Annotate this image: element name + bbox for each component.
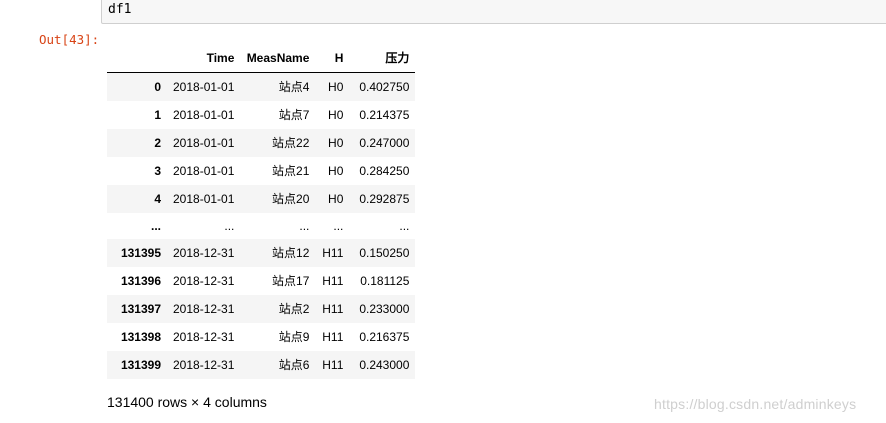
code-text[interactable]: df1 — [108, 2, 131, 17]
cell-time: 2018-01-01 — [173, 136, 235, 150]
table-row: 131395 2018-12-31 站点12 H11 0.150250 — [107, 239, 416, 267]
row-index: 131397 — [120, 302, 161, 316]
cell-measname: 站点20 — [272, 192, 310, 206]
cell-time: ... — [224, 219, 235, 233]
table-row: 2 2018-01-01 站点22 H0 0.247000 — [107, 129, 416, 157]
code-input-cell[interactable]: df1 — [101, 0, 886, 24]
cell-measname: 站点17 — [272, 274, 310, 288]
cell-h: H0 — [328, 108, 344, 122]
cell-measname: 站点2 — [278, 302, 310, 316]
cell-measname: 站点6 — [278, 358, 310, 372]
cell-measname: 站点4 — [278, 80, 310, 94]
cell-measname: ... — [299, 219, 310, 233]
cell-h: H0 — [328, 136, 344, 150]
row-index: 131396 — [120, 274, 161, 288]
table-row: 131398 2018-12-31 站点9 H11 0.216375 — [107, 323, 415, 351]
cell-pressure: 0.284250 — [359, 164, 410, 178]
cell-h: H11 — [322, 302, 344, 316]
table-row: 1 2018-01-01 站点7 H0 0.214375 — [107, 101, 415, 129]
row-index: 3 — [154, 164, 161, 178]
cell-h: H11 — [322, 358, 344, 372]
cell-time: 2018-12-31 — [173, 302, 235, 316]
watermark-text: https://blog.csdn.net/adminkeys — [654, 396, 857, 412]
cell-time: 2018-01-01 — [173, 164, 235, 178]
header-measname: MeasName — [240, 44, 316, 73]
cell-h: H0 — [328, 192, 344, 206]
row-index: 131395 — [120, 246, 161, 260]
header-pressure: 压力 — [349, 44, 416, 73]
table-row: 131399 2018-12-31 站点6 H11 0.243000 — [107, 351, 416, 379]
cell-measname: 站点12 — [272, 246, 310, 260]
row-index: 2 — [154, 136, 161, 150]
cell-pressure: 0.150250 — [359, 246, 410, 260]
output-prompt: Out[43]: — [39, 32, 100, 47]
cell-time: 2018-12-31 — [173, 358, 235, 372]
row-index: 1 — [154, 108, 161, 122]
row-index: 131399 — [120, 358, 161, 372]
table-row: 131396 2018-12-31 站点17 H11 0.181125 — [107, 267, 415, 295]
cell-h: H0 — [328, 80, 344, 94]
table-row: 0 2018-01-01 站点4 H0 0.402750 — [107, 72, 416, 101]
cell-h: H11 — [322, 274, 344, 288]
cell-measname: 站点9 — [278, 330, 310, 344]
cell-time: 2018-01-01 — [173, 80, 235, 94]
table-row: 131397 2018-12-31 站点2 H11 0.233000 — [107, 295, 416, 323]
table-header-row: Time MeasName H 压力 — [107, 44, 416, 73]
cell-measname: 站点7 — [278, 108, 310, 122]
cell-pressure: 0.233000 — [359, 302, 410, 316]
cell-time: 2018-01-01 — [173, 108, 235, 122]
cell-h: H11 — [322, 330, 344, 344]
cell-measname: 站点22 — [272, 136, 310, 150]
cell-h: H11 — [322, 246, 344, 260]
cell-h: H0 — [328, 164, 344, 178]
cell-time: 2018-12-31 — [173, 330, 235, 344]
table-row: 4 2018-01-01 站点20 H0 0.292875 — [107, 185, 416, 213]
cell-pressure: ... — [399, 219, 410, 233]
cell-time: 2018-01-01 — [173, 192, 235, 206]
cell-pressure: 0.214375 — [359, 108, 410, 122]
cell-h: ... — [333, 219, 344, 233]
header-time: Time — [167, 44, 241, 73]
cell-pressure: 0.243000 — [359, 358, 410, 372]
cell-time: 2018-12-31 — [173, 246, 235, 260]
table-row: 3 2018-01-01 站点21 H0 0.284250 — [107, 157, 415, 185]
dataframe-table: Time MeasName H 压力 0 2018-01-01 站点4 H0 0… — [107, 44, 416, 379]
row-index: ... — [150, 219, 161, 233]
header-h: H — [315, 44, 350, 73]
cell-pressure: 0.402750 — [359, 80, 410, 94]
header-index — [107, 44, 167, 73]
cell-time: 2018-12-31 — [173, 274, 235, 288]
table-ellipsis-row: ... ... ... ... ... — [107, 213, 415, 239]
cell-pressure: 0.181125 — [360, 274, 410, 288]
cell-pressure: 0.247000 — [359, 136, 410, 150]
cell-pressure: 0.216375 — [359, 330, 410, 344]
row-index: 4 — [154, 192, 161, 206]
cell-measname: 站点21 — [272, 164, 310, 178]
cell-pressure: 0.292875 — [359, 192, 410, 206]
row-index: 0 — [154, 80, 161, 94]
row-index: 131398 — [120, 330, 161, 344]
dataframe-shape-summary: 131400 rows × 4 columns — [107, 394, 267, 410]
